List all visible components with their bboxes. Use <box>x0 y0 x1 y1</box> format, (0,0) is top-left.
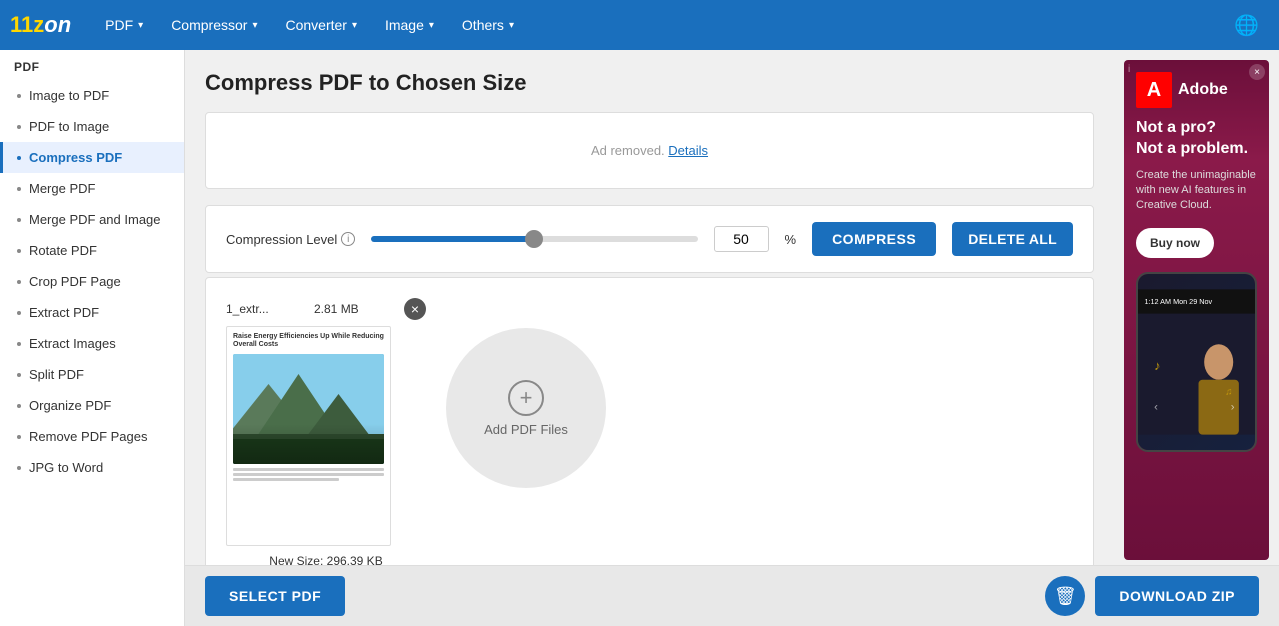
slider-container <box>371 236 697 242</box>
sidebar-item-crop-pdf-page[interactable]: Crop PDF Page <box>0 266 184 297</box>
percent-symbol: % <box>785 232 797 247</box>
ad-banner: Ad removed. Details <box>205 112 1094 189</box>
pdf-thumb-title: Raise Energy Efficiencies Up While Reduc… <box>233 333 384 350</box>
sidebar-item-extract-pdf[interactable]: Extract PDF <box>0 297 184 328</box>
sidebar-item-jpg-to-word[interactable]: JPG to Word <box>0 452 184 483</box>
bottom-bar: SELECT PDF 🗑 DOWNLOAD ZIP <box>185 565 1279 626</box>
sidebar-item-rotate-pdf[interactable]: Rotate PDF <box>0 235 184 266</box>
compress-button[interactable]: COMPRESS <box>812 222 936 256</box>
adobe-logo: A <box>1136 72 1172 108</box>
compression-info-icon[interactable]: i <box>341 232 355 246</box>
svg-text:♪: ♪ <box>1154 358 1160 373</box>
ad-details-link[interactable]: Details <box>668 143 708 158</box>
nav-items: PDF ▾ Compressor ▾ Converter ▾ Image ▾ O… <box>91 0 1224 50</box>
nav-pdf-label: PDF <box>105 17 133 33</box>
pdf-thumb-line-2 <box>233 473 384 476</box>
navbar: 11zon PDF ▾ Compressor ▾ Converter ▾ Ima… <box>0 0 1279 50</box>
svg-text:›: › <box>1231 401 1235 413</box>
sidebar-item-merge-pdf[interactable]: Merge PDF <box>0 173 184 204</box>
sidebar-item-extract-images[interactable]: Extract Images <box>0 328 184 359</box>
ad-headline: Not a pro?Not a problem. <box>1136 118 1257 160</box>
content-with-ad: Compress PDF to Chosen Size Ad removed. … <box>185 50 1279 565</box>
compression-slider[interactable] <box>371 236 697 242</box>
ad-logo-area: A Adobe <box>1136 72 1257 108</box>
ad-body: Create the unimaginable with new AI feat… <box>1136 168 1257 214</box>
nav-compressor-label: Compressor <box>171 17 247 33</box>
nav-image-label: Image <box>385 17 424 33</box>
pdf-thumbnail: Raise Energy Efficiencies Up While Reduc… <box>226 326 391 546</box>
sidebar-item-remove-pdf-pages[interactable]: Remove PDF Pages <box>0 421 184 452</box>
pdf-card: 1_extr... 2.81 MB × Raise Energy Efficie… <box>226 298 426 565</box>
nav-compressor-chevron: ▾ <box>252 20 257 31</box>
trash-icon: 🗑 <box>1054 586 1077 607</box>
nav-image[interactable]: Image ▾ <box>371 0 448 50</box>
right-ad-panel: i × A Adobe Not a pro?Not a problem. Cre… <box>1114 50 1279 565</box>
svg-text:‹: ‹ <box>1154 401 1158 413</box>
file-area: 1_extr... 2.81 MB × Raise Energy Efficie… <box>205 277 1094 565</box>
main-panel: Compress PDF to Chosen Size Ad removed. … <box>185 50 1114 565</box>
pdf-thumb-line-3 <box>233 478 339 481</box>
pdf-thumb-image <box>233 354 384 464</box>
nav-converter-chevron: ▾ <box>352 20 357 31</box>
sidebar-item-merge-pdf-image[interactable]: Merge PDF and Image <box>0 204 184 235</box>
nav-converter[interactable]: Converter ▾ <box>271 0 371 50</box>
ad-phone-mockup: phone status bar 1:12 AM Mon 29 Nov ♪ ♫ <box>1136 272 1257 452</box>
ad-content: i × A Adobe Not a pro?Not a problem. Cre… <box>1124 60 1269 560</box>
sidebar-item-split-pdf[interactable]: Split PDF <box>0 359 184 390</box>
compression-percent-input[interactable] <box>714 226 769 252</box>
pdf-filesize: 2.81 MB <box>314 302 359 316</box>
pdf-thumbnail-inner: Raise Energy Efficiencies Up While Reduc… <box>227 327 390 487</box>
compress-controls: Compression Level i % COMPRESS DELETE AL… <box>205 205 1094 273</box>
add-pdf-button[interactable]: + Add PDF Files <box>446 328 606 488</box>
pdf-remove-button[interactable]: × <box>404 298 426 320</box>
ad-close-icon[interactable]: × <box>1249 64 1265 80</box>
delete-trash-button[interactable]: 🗑 <box>1045 576 1085 616</box>
language-icon[interactable]: 🌐 <box>1224 13 1269 38</box>
pdf-thumb-text-lines <box>233 468 384 481</box>
nav-others-label: Others <box>462 17 504 33</box>
svg-text:♫: ♫ <box>1225 386 1232 397</box>
app-layout: PDF Image to PDF PDF to Image Compress P… <box>0 50 1279 626</box>
sidebar-section-title: PDF <box>0 50 184 80</box>
nav-image-chevron: ▾ <box>429 20 434 31</box>
ad-info-icon[interactable]: i <box>1128 64 1130 75</box>
ad-phone-screen: phone status bar 1:12 AM Mon 29 Nov ♪ ♫ <box>1138 274 1255 450</box>
page-title: Compress PDF to Chosen Size <box>205 70 1094 96</box>
pdf-new-size: New Size: 296.39 KB <box>226 554 426 565</box>
add-pdf-plus-icon: + <box>508 380 544 416</box>
nav-pdf-chevron: ▾ <box>138 20 143 31</box>
download-zip-button[interactable]: DOWNLOAD ZIP <box>1095 576 1259 616</box>
nav-converter-label: Converter <box>285 17 346 33</box>
logo-text: 11zon <box>10 12 71 37</box>
compression-level-label: Compression Level i <box>226 232 355 247</box>
sidebar-item-organize-pdf[interactable]: Organize PDF <box>0 390 184 421</box>
sidebar: PDF Image to PDF PDF to Image Compress P… <box>0 50 185 626</box>
pdf-card-header: 1_extr... 2.81 MB × <box>226 298 426 320</box>
adobe-name: Adobe <box>1178 81 1228 99</box>
pdf-thumb-line-1 <box>233 468 384 471</box>
sidebar-item-pdf-to-image[interactable]: PDF to Image <box>0 111 184 142</box>
delete-all-button[interactable]: DELETE ALL <box>952 222 1073 256</box>
nav-pdf[interactable]: PDF ▾ <box>91 0 157 50</box>
svg-text:1:12 AM Mon 29 Nov: 1:12 AM Mon 29 Nov <box>1144 297 1212 306</box>
ad-removed-text: Ad removed. <box>591 143 665 158</box>
nav-others[interactable]: Others ▾ <box>448 0 528 50</box>
sidebar-item-image-to-pdf[interactable]: Image to PDF <box>0 80 184 111</box>
nav-compressor[interactable]: Compressor ▾ <box>157 0 271 50</box>
sidebar-item-compress-pdf[interactable]: Compress PDF <box>0 142 184 173</box>
main-content-area: Compress PDF to Chosen Size Ad removed. … <box>185 50 1279 626</box>
nav-others-chevron: ▾ <box>509 20 514 31</box>
site-logo[interactable]: 11zon <box>10 12 71 38</box>
add-pdf-label: Add PDF Files <box>484 422 568 437</box>
ad-cta-button[interactable]: Buy now <box>1136 228 1214 258</box>
pdf-filename: 1_extr... <box>226 302 269 316</box>
select-pdf-button[interactable]: SELECT PDF <box>205 576 345 616</box>
